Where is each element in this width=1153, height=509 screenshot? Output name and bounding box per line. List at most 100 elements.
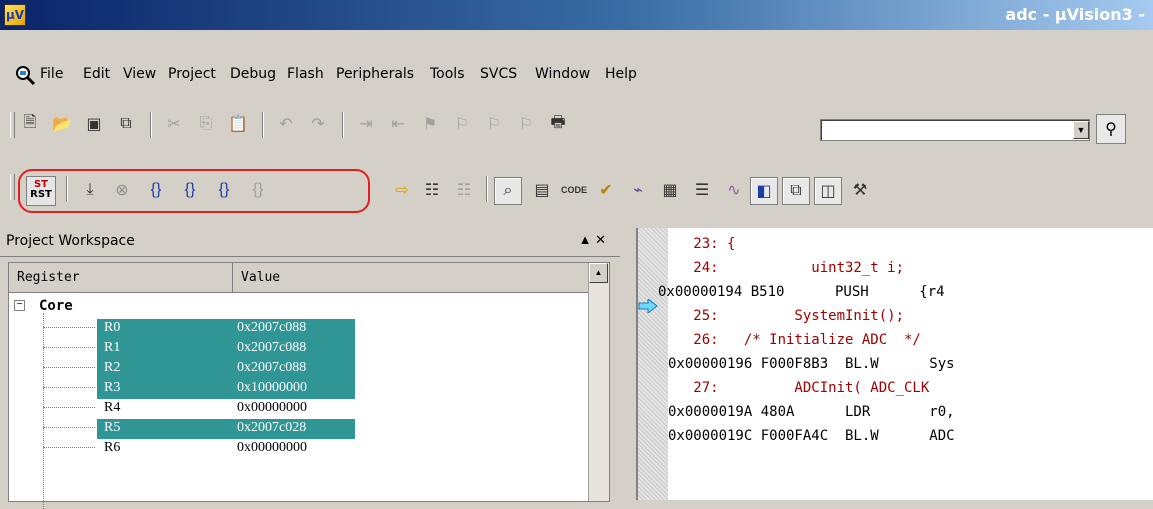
column-header-register[interactable]: Register — [9, 263, 233, 293]
toolbar-grip[interactable] — [10, 174, 15, 200]
tree-branch — [43, 367, 95, 368]
logic-waveform-icon[interactable]: ∿ — [722, 178, 746, 202]
tree-branch — [43, 447, 95, 448]
logic-analyzer-icon[interactable]: ⌁ — [626, 178, 650, 202]
kill-breakpoints-icon[interactable]: ☷ — [452, 178, 476, 202]
scroll-up-icon[interactable]: ▲ — [589, 263, 608, 283]
register-value[interactable]: 0x2007c088 — [237, 320, 306, 336]
code-line[interactable]: 0x0000019A 480A LDR r0, — [668, 400, 955, 424]
show-next-statement-icon[interactable]: ⇨ — [390, 178, 414, 202]
watch-window-icon[interactable]: ▤ — [530, 178, 554, 202]
cut-icon[interactable]: ✂ — [162, 112, 186, 136]
register-value[interactable]: 0x00000000 — [237, 400, 307, 416]
menu-edit[interactable]: Edit — [83, 66, 110, 82]
open-file-icon[interactable]: 📂 — [50, 112, 74, 136]
insert-breakpoint-icon[interactable]: ☷ — [420, 178, 444, 202]
disassembly-window-icon[interactable]: ⌕ — [494, 177, 522, 205]
register-value[interactable]: 0x2007c028 — [237, 420, 306, 436]
code-line[interactable]: 23: { — [668, 232, 735, 256]
symbols-window-icon[interactable]: ◧ — [750, 177, 778, 205]
step-over-icon[interactable]: {} — [178, 178, 202, 202]
menu-project[interactable]: Project — [168, 66, 216, 82]
column-header-value[interactable]: Value — [233, 263, 589, 293]
new-file-icon[interactable]: 🗎 — [18, 112, 42, 136]
window-title: adc - µVision3 - — [1005, 5, 1145, 24]
menu-view[interactable]: View — [123, 66, 156, 82]
serial-window-icon[interactable]: ☰ — [690, 178, 714, 202]
uvision-app-icon[interactable]: µV — [4, 4, 26, 26]
memory-window-icon[interactable]: ▦ — [658, 178, 682, 202]
register-scrollbar[interactable]: ▲ — [588, 263, 609, 501]
save-all-icon[interactable]: ⧉ — [114, 112, 138, 136]
menu-window[interactable]: Window — [535, 66, 590, 82]
bookmark-next-icon[interactable]: ⚐ — [482, 112, 506, 136]
toolbar-separator — [66, 176, 68, 202]
register-panel: Register Value ▲ − Core R0 0x2007c088 R1… — [8, 262, 610, 509]
menu-peripherals[interactable]: Peripherals — [336, 66, 414, 82]
stop-icon[interactable]: ⊗ — [110, 178, 134, 202]
menu-bar: File Edit View Project Debug Flash Perip… — [0, 58, 1153, 92]
code-line[interactable]: 25: SystemInit(); — [668, 304, 904, 328]
pane-splitter[interactable] — [620, 228, 637, 500]
debug-magnifier-icon[interactable] — [14, 64, 36, 86]
disassembly-window[interactable]: 23: { 24: uint32_t i; 0x00000194 B510 PU… — [636, 228, 1153, 500]
register-value[interactable]: 0x10000000 — [237, 380, 307, 396]
combo-dropdown-icon[interactable]: ▼ — [1073, 121, 1089, 139]
bookmark-toggle-icon[interactable]: ⚑ — [418, 112, 442, 136]
register-row-r6[interactable]: R6 0x00000000 — [97, 439, 355, 459]
tree-branch — [43, 347, 95, 348]
step-into-icon[interactable]: {} — [144, 178, 168, 202]
register-row-r3[interactable]: R3 0x10000000 — [97, 379, 355, 399]
toolbar-grip[interactable] — [10, 112, 15, 138]
call-stack-icon[interactable]: ◫ — [814, 177, 842, 205]
save-icon[interactable]: ▣ — [82, 112, 106, 136]
register-row-r5[interactable]: R5 0x2007c028 — [97, 419, 355, 439]
code-line[interactable]: 24: uint32_t i; — [668, 256, 904, 280]
register-value[interactable]: 0x00000000 — [237, 440, 307, 456]
code-line[interactable]: 0x0000019C F000FA4C BL.W ADC — [668, 424, 955, 448]
menu-flash[interactable]: Flash — [287, 66, 324, 82]
register-row-r4[interactable]: R4 0x00000000 — [97, 399, 355, 419]
core-group-row[interactable]: − Core — [9, 297, 589, 317]
register-value[interactable]: 0x2007c088 — [237, 340, 306, 356]
toolbar-separator — [486, 176, 488, 202]
reset-cpu-button[interactable]: ST RST — [26, 176, 56, 206]
code-line[interactable]: 27: ADCInit( ADC_CLK — [668, 376, 929, 400]
bookmark-clear-icon[interactable]: ⚐ — [514, 112, 538, 136]
collapse-icon[interactable]: − — [14, 300, 25, 311]
workspace-window-controls[interactable]: ▲ ✕ — [579, 232, 606, 248]
register-value[interactable]: 0x2007c088 — [237, 360, 306, 376]
register-row-r1[interactable]: R1 0x2007c088 — [97, 339, 355, 359]
code-line[interactable]: 26: /* Initialize ADC */ — [668, 328, 921, 352]
run-icon[interactable]: ⤓ — [78, 178, 102, 202]
menu-tools[interactable]: Tools — [430, 66, 465, 82]
menu-file[interactable]: File — [40, 66, 63, 82]
find-binoculars-icon[interactable]: ⚲ — [1096, 114, 1126, 144]
register-row-r0[interactable]: R0 0x2007c088 — [97, 319, 355, 339]
indent-icon[interactable]: ⇥ — [354, 112, 378, 136]
menu-debug[interactable]: Debug — [230, 66, 276, 82]
register-row-r2[interactable]: R2 0x2007c088 — [97, 359, 355, 379]
undo-icon[interactable]: ↶ — [274, 112, 298, 136]
unindent-icon[interactable]: ⇤ — [386, 112, 410, 136]
paste-icon[interactable]: 📋 — [226, 112, 250, 136]
find-in-files-icon[interactable]: 🖶 — [546, 112, 570, 136]
toolbox-icon[interactable]: ⧉ — [782, 177, 810, 205]
register-name: R2 — [104, 360, 121, 375]
current-pc-arrow-icon — [638, 299, 658, 313]
step-out-icon[interactable]: {} — [212, 178, 236, 202]
copy-icon[interactable]: ⎘ — [194, 112, 218, 136]
find-combo[interactable] — [820, 119, 1090, 141]
code-line[interactable]: 0x00000194 B510 PUSH {r4 — [658, 280, 945, 304]
performance-analyzer-icon[interactable]: ✔ — [594, 178, 618, 202]
redo-icon[interactable]: ↷ — [306, 112, 330, 136]
run-to-cursor-icon[interactable]: {} — [246, 178, 270, 202]
breakpoint-gutter[interactable] — [638, 228, 668, 500]
build-hammer-icon[interactable]: ⚒ — [848, 178, 872, 202]
toolbar-separator — [150, 112, 152, 138]
bookmark-prev-icon[interactable]: ⚐ — [450, 112, 474, 136]
menu-help[interactable]: Help — [605, 66, 637, 82]
code-line[interactable]: 0x00000196 F000F8B3 BL.W Sys — [668, 352, 955, 376]
code-coverage-icon[interactable]: CODE — [561, 178, 587, 202]
menu-svcs[interactable]: SVCS — [480, 66, 517, 82]
